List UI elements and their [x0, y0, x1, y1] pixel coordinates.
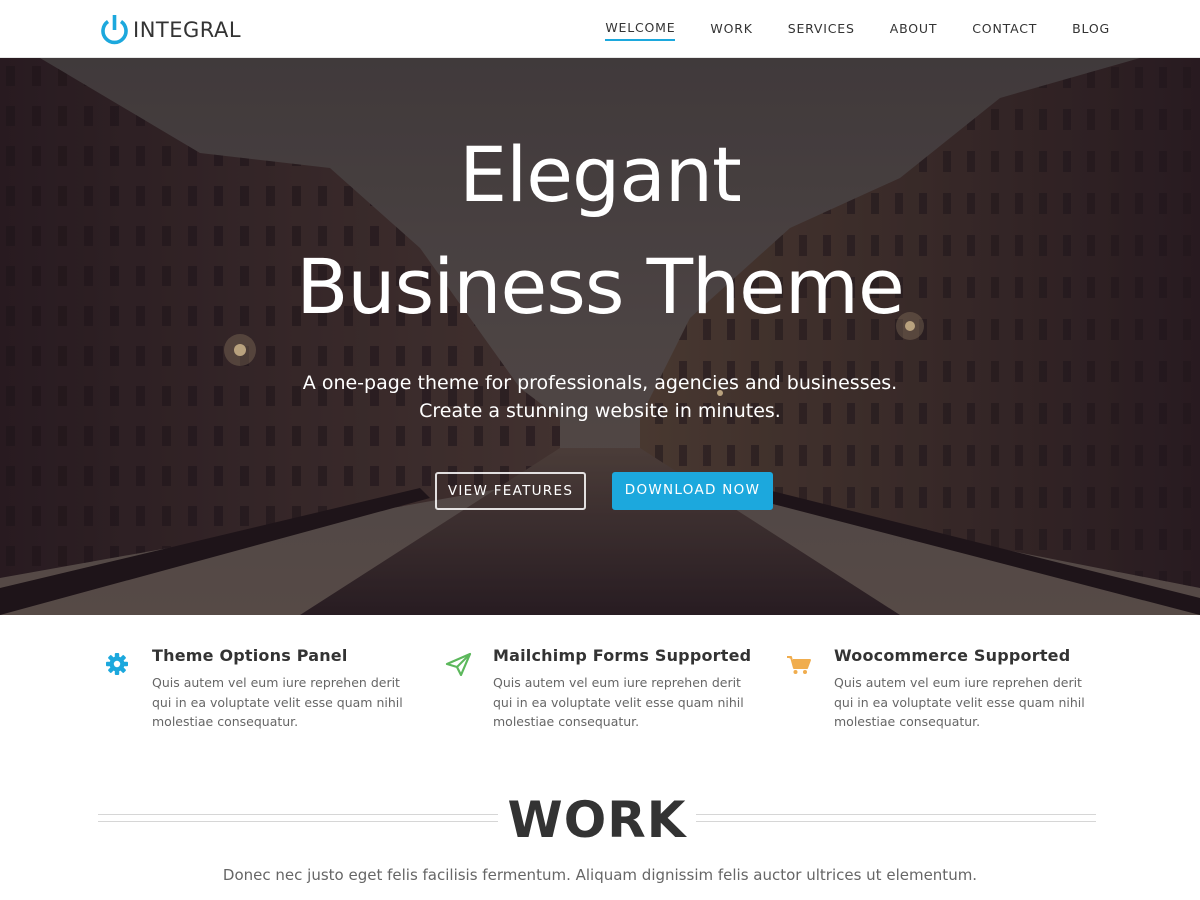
hero-subtitle-line-2: Create a stunning website in minutes.: [419, 400, 781, 422]
section-divider-left: [98, 814, 498, 822]
feature-title: Theme Options Panel: [152, 646, 348, 665]
hero-title-line-1: Elegant: [459, 130, 742, 219]
logo-text: INTEGRAL: [133, 17, 242, 42]
feature-title: Woocommerce Supported: [834, 646, 1071, 665]
nav-item-work[interactable]: WORK: [710, 19, 752, 40]
download-now-button[interactable]: DOWNLOAD NOW: [612, 472, 773, 510]
nav-item-contact[interactable]: CONTACT: [972, 19, 1037, 40]
section-divider-right: [696, 814, 1096, 822]
work-section-title: WORK: [507, 791, 687, 849]
nav-item-blog[interactable]: BLOG: [1072, 19, 1110, 40]
shopping-cart-icon: [785, 648, 813, 676]
paper-plane-icon: [444, 648, 472, 677]
site-header: INTEGRAL WELCOME WORK SERVICES ABOUT CON…: [0, 0, 1200, 58]
feature-text: Quis autem vel eum iure reprehen derit q…: [152, 675, 403, 729]
logo[interactable]: INTEGRAL: [99, 13, 241, 46]
feature-text: Quis autem vel eum iure reprehen derit q…: [834, 675, 1085, 729]
nav-item-about[interactable]: ABOUT: [890, 19, 938, 40]
power-icon: [99, 13, 130, 46]
gear-icon: [103, 648, 131, 676]
nav-item-services[interactable]: SERVICES: [788, 19, 855, 40]
nav-item-welcome[interactable]: WELCOME: [605, 18, 676, 41]
feature-text: Quis autem vel eum iure reprehen derit q…: [493, 675, 744, 729]
view-features-button[interactable]: VIEW FEATURES: [435, 472, 586, 510]
hero-title-line-2: Business Theme: [296, 242, 904, 331]
feature-title: Mailchimp Forms Supported: [493, 646, 752, 665]
work-section-subtitle: Donec nec justo eget felis facilisis fer…: [222, 866, 978, 884]
main-nav: WELCOME WORK SERVICES ABOUT CONTACT BLOG: [570, 0, 1110, 58]
hero-subtitle-line-1: A one-page theme for professionals, agen…: [302, 372, 898, 394]
hero-section: Elegant Business Theme A one-page theme …: [0, 58, 1200, 615]
